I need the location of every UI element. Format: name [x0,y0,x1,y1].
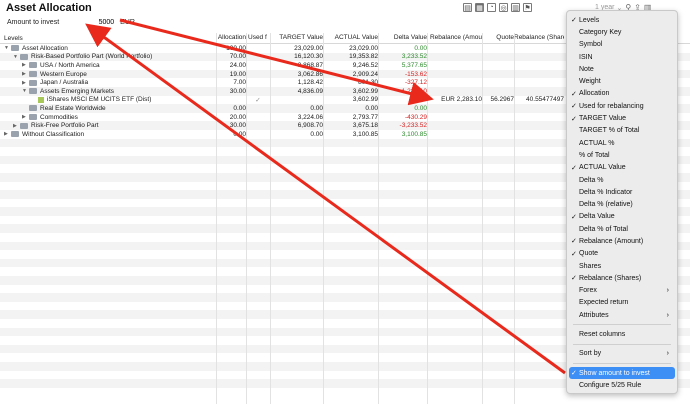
menu-item[interactable]: Attributes › [567,309,677,321]
menu-item[interactable]: Shares [567,260,677,272]
menu-item[interactable]: Symbol [567,39,677,51]
menu-item[interactable]: ✓ Rebalance (Amount) [567,235,677,247]
menu-item[interactable]: Delta % (relative) [567,198,677,210]
menu-item-label: Quote [579,250,599,258]
menu-item[interactable]: ✓ Levels [567,14,677,26]
menu-item-label: Expected return [579,299,629,307]
menu-item-label: Configure 5/25 Rule [579,381,642,389]
menu-item[interactable]: Category Key [567,26,677,38]
menu-item[interactable]: Forex › [567,285,677,297]
menu-item-label: Delta Value [579,213,615,221]
menu-item-label: Weight [579,78,601,86]
menu-item-label: % of Total [579,151,610,159]
checkmark-icon: ✓ [571,103,577,111]
menu-item[interactable]: ISIN [567,51,677,63]
menu-item[interactable]: Delta % Indicator [567,186,677,198]
menu-item-label: Forex [579,287,597,295]
menu-item-label: Used for rebalancing [579,102,644,110]
checkmark-icon: ✓ [571,370,577,378]
menu-item[interactable]: ✓ Quote [567,248,677,260]
menu-item-label: TARGET % of Total [579,127,640,135]
menu-item[interactable]: Delta % of Total [567,223,677,235]
menu-item-label: Delta % Indicator [579,188,633,196]
menu-item[interactable]: ✓ Rebalance (Shares) [567,272,677,284]
menu-item-label: Allocation [579,90,610,98]
menu-item-label: Attributes [579,311,609,319]
menu-item-label: ACTUAL Value [579,164,626,172]
menu-item-label: Category Key [579,28,622,36]
checkmark-icon: ✓ [571,213,577,221]
menu-item[interactable]: Reset columns [567,328,677,340]
menu-item[interactable]: Delta % [567,174,677,186]
chevron-right-icon: › [666,350,669,358]
column-context-menu: ✓ Levels Category Key Symbol ISIN Note Weight ✓… [566,10,678,394]
arrow-to-amount [85,23,566,375]
checkmark-icon: ✓ [571,115,577,123]
menu-item[interactable]: Expected return [567,297,677,309]
chevron-right-icon: › [666,311,669,319]
checkmark-icon: ✓ [571,90,577,98]
menu-item-label: Reset columns [579,331,626,339]
menu-item[interactable]: ✓ Show amount to invest [569,367,675,380]
menu-item[interactable]: ✓ Delta Value [567,211,677,223]
menu-item-label: ISIN [579,53,593,61]
menu-item[interactable]: ✓ Allocation [567,88,677,100]
menu-separator [573,343,671,345]
menu-item[interactable]: Weight [567,75,677,87]
menu-item-label: Show amount to invest [579,369,650,377]
menu-separator [573,324,671,326]
menu-item-label: Delta % of Total [579,225,628,233]
menu-item-label: Rebalance (Shares) [579,274,642,282]
checkmark-icon: ✓ [571,275,577,283]
chevron-right-icon: › [666,287,669,295]
menu-item-label: Delta % [579,176,604,184]
menu-item-label: Rebalance (Amount) [579,237,644,245]
menu-item-label: Levels [579,16,600,24]
menu-item-label: ACTUAL % [579,139,615,147]
menu-item-label: Sort by [579,350,602,358]
arrow-to-rebalance [119,18,434,106]
checkmark-icon: ✓ [571,17,577,25]
menu-item-label: Note [579,65,594,73]
checkmark-icon: ✓ [571,238,577,246]
menu-item[interactable]: TARGET % of Total [567,125,677,137]
menu-item[interactable]: Configure 5/25 Rule [567,379,677,391]
menu-item[interactable]: ✓ TARGET Value [567,112,677,124]
menu-item[interactable]: ✓ Used for rebalancing [567,100,677,112]
menu-item[interactable]: Sort by › [567,348,677,360]
menu-item[interactable]: ✓ ACTUAL Value [567,162,677,174]
menu-item-label: Delta % (relative) [579,201,633,209]
menu-item-label: TARGET Value [579,115,627,123]
menu-item[interactable]: ACTUAL % [567,137,677,149]
menu-item-label: Symbol [579,41,603,49]
checkmark-icon: ✓ [571,164,577,172]
checkmark-icon: ✓ [571,250,577,258]
menu-item[interactable]: % of Total [567,149,677,161]
menu-item[interactable]: Note [567,63,677,75]
menu-separator [573,363,671,365]
menu-item-label: Shares [579,262,602,270]
